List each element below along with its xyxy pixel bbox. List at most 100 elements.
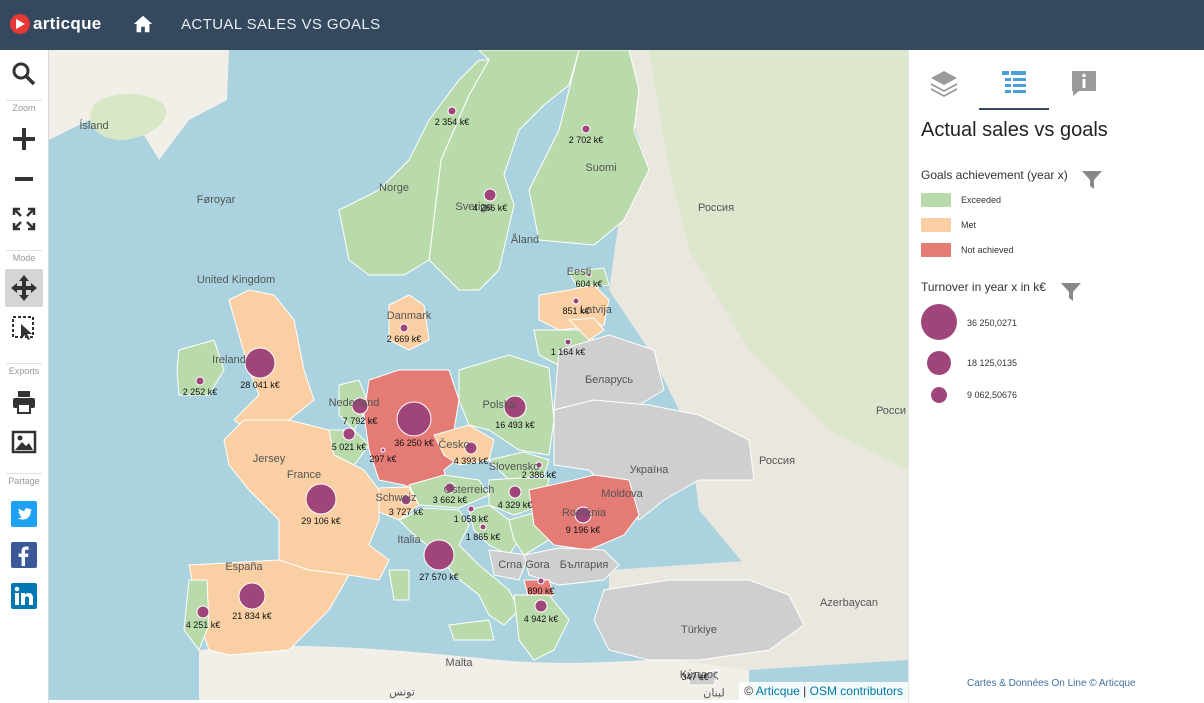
twitter-icon	[11, 501, 37, 527]
turnover-bubble[interactable]	[423, 539, 455, 571]
turnover-bubble[interactable]	[447, 106, 457, 116]
place-label: Беларусь	[584, 374, 634, 386]
legend-bubble-medium	[927, 351, 951, 375]
turnover-bubble[interactable]	[396, 401, 432, 437]
place-label: Moldova	[601, 488, 643, 500]
place-label: Føroyar	[196, 194, 236, 206]
place-label: Nederland	[328, 397, 380, 409]
map-canvas[interactable]	[49, 50, 908, 700]
fit-extent-button[interactable]	[5, 200, 43, 238]
logo-icon	[10, 14, 30, 34]
legend-label-not-achieved: Not achieved	[961, 245, 1014, 255]
left-toolbar: Zoom Mode Exports Partage	[0, 50, 49, 703]
turnover-bubble[interactable]	[572, 297, 580, 305]
bubble-value-label: 4 942 k€	[523, 614, 559, 624]
legend-swatch-exceeded	[921, 193, 951, 207]
osm-link[interactable]: OSM contributors	[810, 684, 903, 698]
zoom-in-button[interactable]	[5, 120, 43, 158]
print-button[interactable]	[5, 383, 43, 421]
place-label: Україна	[629, 464, 669, 476]
turnover-bubble[interactable]	[244, 347, 276, 379]
bubble-value-label: 851 k€	[562, 306, 590, 316]
bubble-value-label: 4 266 k€	[472, 203, 508, 213]
turnover-bubble[interactable]	[483, 188, 497, 202]
turnover-bubble[interactable]	[238, 582, 266, 610]
place-label: România	[561, 507, 607, 519]
turnover-bubble[interactable]	[534, 599, 548, 613]
printer-icon	[13, 391, 35, 414]
turnover-bubble[interactable]	[537, 577, 545, 585]
share-facebook-button[interactable]	[5, 536, 43, 574]
map-view[interactable]: Ísland Føroyar United Kingdom Norge Sverige S…	[49, 50, 908, 700]
top-bar: articque ACTUAL SALES VS GOALS	[0, 0, 1204, 50]
plus-icon	[13, 128, 35, 150]
bubble-value-label: 29 106 k€	[301, 516, 341, 526]
copyright-symbol: ©	[744, 684, 754, 698]
place-label: لبنان	[703, 687, 725, 700]
legend-label-exceeded: Exceeded	[961, 195, 1002, 205]
search-button[interactable]	[5, 55, 43, 93]
articque-logo[interactable]: articque	[10, 14, 102, 34]
share-twitter-button[interactable]	[5, 495, 43, 533]
turnover-bubble[interactable]	[479, 523, 487, 531]
layers-icon	[931, 71, 957, 97]
turnover-bubble[interactable]	[508, 485, 522, 499]
pan-mode-button[interactable]	[5, 269, 43, 307]
bubble-value-label: 21 834 k€	[232, 611, 272, 621]
home-icon[interactable]	[132, 13, 154, 35]
bubble-value-label: 3 662 k€	[432, 495, 468, 505]
turnover-bubble[interactable]	[467, 505, 475, 513]
turnover-bubble[interactable]	[196, 605, 210, 619]
bubble-value-label: 27 570 k€	[419, 572, 459, 582]
turnover-bubble[interactable]	[342, 427, 356, 441]
turnover-legend-title: Turnover in year x in k€	[921, 280, 1046, 294]
filter-icon[interactable]	[1081, 169, 1103, 191]
place-label: Росси	[875, 405, 907, 417]
place-label: Ísland	[79, 120, 109, 132]
place-label: Ireland	[212, 354, 246, 366]
country-sardinia[interactable]	[388, 569, 410, 601]
turnover-bubble[interactable]	[195, 376, 205, 386]
export-image-button[interactable]	[5, 423, 43, 461]
place-label: Россия	[758, 455, 796, 467]
image-icon	[11, 430, 37, 454]
bubble-value-label: 4 393 k€	[453, 456, 489, 466]
search-icon	[12, 62, 36, 86]
bubble-value-label: 2 669 k€	[386, 334, 422, 344]
place-label: Crna Gora	[498, 559, 550, 571]
place-label: Schweiz	[375, 492, 417, 504]
map-attribution: © Articque | OSM contributors	[739, 682, 908, 700]
country-turkey[interactable]	[593, 579, 805, 661]
turnover-bubble[interactable]	[399, 323, 409, 333]
bubble-value-label: 36 250 k€	[394, 438, 434, 448]
place-label: Suomi	[585, 162, 617, 174]
turnover-bubble[interactable]	[305, 483, 337, 515]
legend-swatch-met	[921, 218, 951, 232]
tab-legend[interactable]	[979, 58, 1049, 110]
articque-link[interactable]: Articque	[756, 684, 800, 698]
bubble-value-label: 1 058 k€	[453, 514, 489, 524]
selection-icon	[12, 316, 34, 340]
select-mode-button[interactable]	[5, 309, 43, 347]
mode-label: Mode	[12, 253, 36, 263]
country-spain[interactable]	[188, 559, 350, 656]
country-sicily[interactable]	[448, 619, 495, 641]
zoom-label: Zoom	[12, 103, 36, 113]
share-linkedin-button[interactable]	[5, 577, 43, 615]
filter-icon[interactable]	[1060, 281, 1082, 303]
zoom-out-button[interactable]	[5, 160, 43, 198]
turnover-bubble[interactable]	[380, 447, 386, 453]
place-label: Jersey	[252, 453, 286, 465]
place-label: France	[286, 469, 322, 481]
place-label: United Kingdom	[196, 274, 276, 286]
tab-layers[interactable]	[909, 58, 979, 108]
page-title: ACTUAL SALES VS GOALS	[181, 16, 381, 33]
turnover-bubble[interactable]	[581, 124, 591, 134]
turnover-bubble[interactable]	[564, 338, 572, 346]
bubble-value-label: 4 251 k€	[185, 620, 221, 630]
legend-label-met: Met	[961, 220, 977, 230]
legend-bubble-large-label: 36 250,0271	[967, 318, 1018, 328]
tab-info[interactable]	[1049, 58, 1119, 108]
linkedin-icon	[11, 583, 37, 609]
place-label: Danmark	[386, 310, 432, 322]
